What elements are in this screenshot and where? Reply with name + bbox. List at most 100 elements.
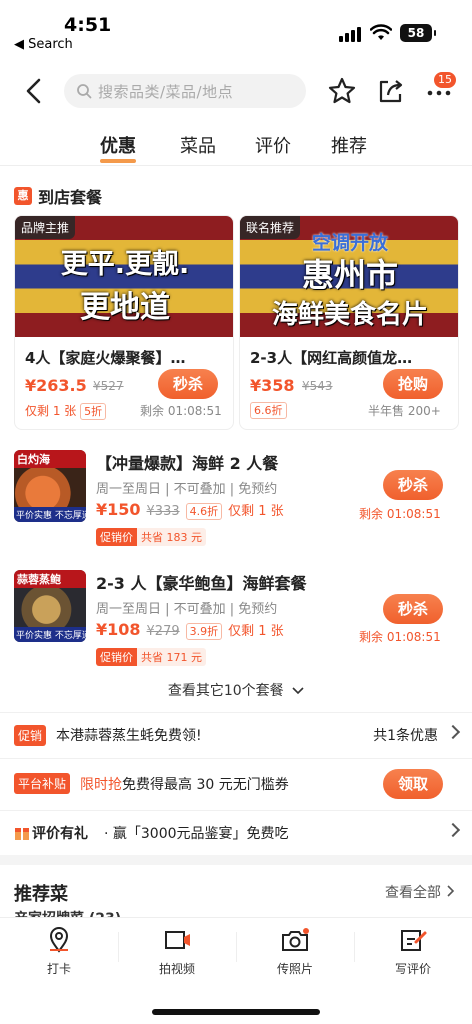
price-row: ¥108 ¥279 3.9折 仅剩 1 张 (96, 620, 284, 640)
image-text: 更地道 (80, 290, 170, 325)
favorite-star-icon[interactable] (327, 76, 357, 106)
package-title: 4人【家庭火爆聚餐】… (25, 349, 186, 367)
checkin-button[interactable]: 打卡 (0, 926, 118, 977)
buy-button[interactable]: 抢购 (383, 369, 443, 399)
share-icon[interactable] (376, 76, 406, 106)
stock-limit: 仅剩 1 张 (228, 504, 284, 519)
home-indicator (152, 1009, 320, 1015)
list-item[interactable]: 白灼海 平价实惠 不忘厚道 【冲量爆款】海鲜 2 人餐 周一至周日 | 不可叠加… (0, 450, 472, 565)
countdown-timer: 剩余 01:08:51 (140, 404, 222, 418)
item-desc: 周一至周日 | 不可叠加 | 免预约 (96, 482, 278, 497)
cellular-signal-icon (339, 27, 361, 42)
status-time: 4:51 (64, 14, 112, 36)
brand-tag: 联名推荐 (240, 216, 301, 239)
back-to-search-link[interactable]: ◀ Search (14, 37, 73, 52)
upload-photo-label: 传照片 (276, 962, 313, 976)
countdown-timer: 剩余 01:08:51 (359, 630, 441, 644)
package-price: ¥263.5 (25, 376, 87, 395)
back-arrow-icon[interactable] (20, 76, 50, 106)
subsidy-highlight: 限时抢 (80, 777, 122, 793)
tab-recommend[interactable]: 推荐 (331, 132, 367, 158)
discount-badge: 5折 (80, 403, 107, 420)
camera-icon (282, 928, 309, 951)
stock-info: 仅剩 1 张 5折 (25, 402, 107, 420)
item-thumbnail: 蒜蓉蒸鲍 平价实惠 不忘厚道 (14, 570, 86, 642)
view-more-packages[interactable]: 查看其它10个套餐 (0, 680, 472, 700)
list-item[interactable]: 蒜蓉蒸鲍 平价实惠 不忘厚道 2-3 人【豪华鲍鱼】海鲜套餐 周一至周日 | 不… (0, 570, 472, 685)
record-video-label: 拍视频 (158, 962, 195, 976)
view-all-link[interactable]: 查看全部 (385, 882, 455, 902)
view-all-label: 查看全部 (385, 885, 441, 901)
notification-badge: 15 (434, 72, 456, 88)
chevron-right-icon (445, 724, 461, 740)
package-image: 更平.更靓. 更地道 品牌主推 (15, 216, 233, 337)
tab-reviews[interactable]: 评价 (255, 132, 291, 158)
review-reward-text: · 赢「3000元品鉴宴」免费吃 (104, 826, 289, 842)
item-title: 【冲量爆款】海鲜 2 人餐 (96, 454, 279, 473)
promo-label: 促销价 (96, 528, 137, 546)
item-price: ¥150 (96, 500, 141, 519)
thumbnail-text: 蒜蓉蒸鲍 (14, 570, 86, 588)
item-thumbnail: 白灼海 平价实惠 不忘厚道 (14, 450, 86, 522)
countdown-timer: 剩余 01:08:51 (359, 507, 441, 521)
original-price: ¥543 (302, 379, 333, 393)
recommend-title: 推荐菜 (14, 884, 68, 905)
promo-savings: 共省 171 元 (137, 648, 206, 666)
section-header: 惠 到店套餐 (14, 184, 102, 208)
chevron-right-icon (445, 822, 461, 838)
package-image: 空调开放 惠州市 海鲜美食名片 联名推荐 (240, 216, 458, 337)
promo-text: 本港蒜蓉蒸生蚝免费领! (56, 728, 202, 744)
thumbnail-text: 平价实惠 不忘厚道 (14, 507, 86, 522)
promo-label: 促销价 (96, 648, 137, 666)
tab-label: 菜品 (180, 136, 216, 157)
write-review-button[interactable]: 写评价 (354, 926, 472, 977)
edit-icon (401, 930, 427, 951)
sold-count: 半年售 200+ (368, 404, 441, 418)
page: 4:51 ◀ Search 58 搜索品类/菜品/地点 15 优惠 菜品 评价 … (0, 0, 472, 1024)
search-placeholder: 搜索品类/菜品/地点 (98, 82, 234, 101)
subsidy-text: 限时抢免费得最高 30 元无门槛券 (80, 774, 289, 794)
upload-photo-button[interactable]: 传照片 (236, 926, 354, 977)
claim-coupon-button[interactable]: 领取 (383, 769, 443, 799)
flash-sale-button[interactable]: 秒杀 (383, 470, 443, 500)
promotion-row[interactable]: 促销 本港蒜蓉蒸生蚝免费领! 共1条优惠 (0, 712, 472, 756)
video-camera-icon (165, 931, 190, 949)
flash-sale-button[interactable]: 秒杀 (158, 369, 218, 399)
image-text: 海鲜美食名片 (271, 300, 428, 330)
stock-info: 6.6折 (250, 402, 287, 419)
record-video-button[interactable]: 拍视频 (118, 926, 236, 977)
package-price: ¥358 (250, 376, 295, 395)
section-divider (0, 855, 472, 865)
bottom-toolbar: 打卡 拍视频 传照片 写评价 (0, 917, 472, 1024)
tab-dishes[interactable]: 菜品 (180, 132, 216, 158)
thumbnail-text: 平价实惠 不忘厚道 (14, 627, 86, 642)
tab-label: 评价 (255, 136, 291, 157)
active-tab-underline (100, 159, 136, 163)
section-title: 到店套餐 (38, 188, 103, 207)
status-bar: 4:51 ◀ Search 58 (0, 0, 472, 58)
tab-label: 推荐 (331, 136, 367, 157)
image-text: 惠州市 (301, 256, 398, 294)
promo-savings: 共省 183 元 (137, 528, 206, 546)
price-row: ¥150 ¥333 4.6折 仅剩 1 张 (96, 500, 284, 520)
original-price: ¥527 (93, 379, 124, 393)
review-reward-title: 评价有礼 (32, 826, 88, 842)
item-title: 2-3 人【豪华鲍鱼】海鲜套餐 (96, 574, 307, 593)
review-reward-row[interactable]: 评价有礼 · 赢「3000元品鉴宴」免费吃 (0, 810, 472, 854)
search-input[interactable]: 搜索品类/菜品/地点 (64, 74, 306, 108)
package-card[interactable]: 更平.更靓. 更地道 品牌主推 4人【家庭火爆聚餐】… ¥263.5 ¥527 … (14, 215, 234, 430)
view-more-label: 查看其它10个套餐 (167, 683, 284, 699)
original-price: ¥279 (146, 624, 180, 639)
package-card[interactable]: 空调开放 惠州市 海鲜美食名片 联名推荐 2-3人【网红高颜值龙… ¥358 ¥… (239, 215, 459, 430)
item-desc: 周一至周日 | 不可叠加 | 免预约 (96, 602, 278, 617)
subsidy-desc: 免费得最高 30 元无门槛券 (122, 777, 289, 793)
subsidy-row: 平台补贴 限时抢免费得最高 30 元无门槛券 领取 (0, 758, 472, 808)
tab-discount[interactable]: 优惠 (100, 132, 136, 163)
gift-icon (15, 828, 29, 840)
original-price: ¥333 (146, 504, 180, 519)
flash-sale-button[interactable]: 秒杀 (383, 594, 443, 624)
promo-tag: 促销价 共省 183 元 (96, 528, 206, 546)
recommend-subtitle: 产家招牌菜 (23) (14, 908, 121, 917)
package-title: 2-3人【网红高颜值龙… (250, 349, 413, 367)
discount-badge: 6.6折 (250, 402, 287, 419)
